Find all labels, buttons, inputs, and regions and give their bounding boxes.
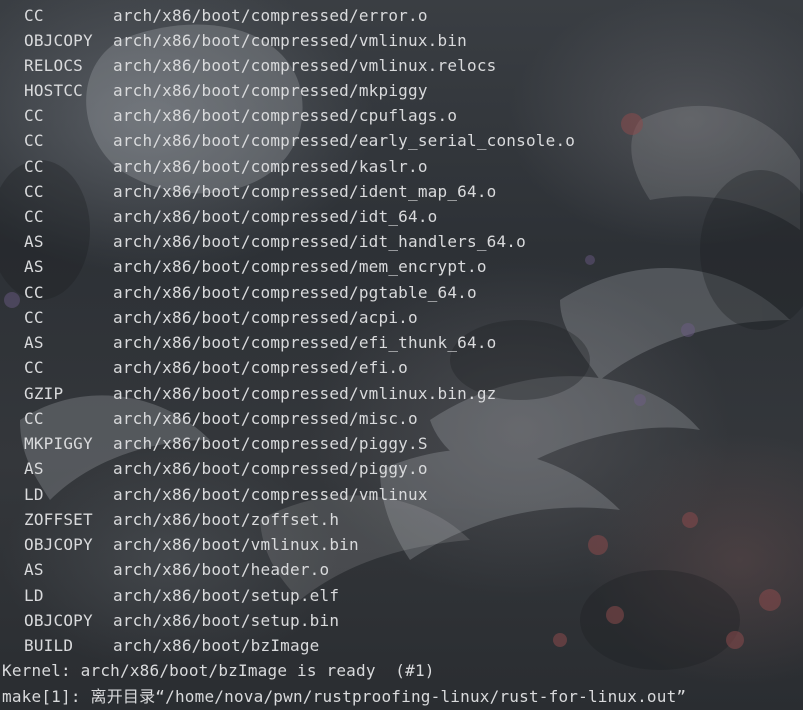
build-line: OBJCOPY arch/x86/boot/vmlinux.bin <box>24 532 359 557</box>
build-line: CC arch/x86/boot/compressed/acpi.o <box>24 305 418 330</box>
kernel-ready-message: Kernel: arch/x86/boot/bzImage is ready (… <box>2 661 435 680</box>
build-step-tag: MKPIGGY <box>24 434 93 453</box>
build-target-path: arch/x86/boot/setup.elf <box>113 586 340 605</box>
build-line: AS arch/x86/boot/compressed/efi_thunk_64.… <box>24 330 496 355</box>
build-line: AS arch/x86/boot/compressed/idt_handlers_… <box>24 229 526 254</box>
build-target-path: arch/x86/boot/compressed/acpi.o <box>113 308 418 327</box>
build-line: GZIP arch/x86/boot/compressed/vmlinux.bin… <box>24 381 496 406</box>
terminal-output: CC arch/x86/boot/compressed/error.o OBJCO… <box>0 0 803 710</box>
build-target-path: arch/x86/boot/compressed/kaslr.o <box>113 157 428 176</box>
build-line: OBJCOPY arch/x86/boot/setup.bin <box>24 608 339 633</box>
build-line: CC arch/x86/boot/compressed/ident_map_64.… <box>24 179 496 204</box>
build-line: CC arch/x86/boot/compressed/idt_64.o <box>24 204 437 229</box>
build-target-path: arch/x86/boot/compressed/misc.o <box>113 409 418 428</box>
build-line: CC arch/x86/boot/compressed/misc.o <box>24 406 418 431</box>
build-step-tag: CC <box>24 6 44 25</box>
build-line: CC arch/x86/boot/compressed/pgtable_64.o <box>24 280 477 305</box>
build-target-path: arch/x86/boot/bzImage <box>113 636 320 655</box>
build-target-path: arch/x86/boot/compressed/early_serial_co… <box>113 131 576 150</box>
build-line: MKPIGGY arch/x86/boot/compressed/piggy.S <box>24 431 428 456</box>
build-target-path: arch/x86/boot/compressed/efi_thunk_64.o <box>113 333 497 352</box>
build-step-tag: CC <box>24 283 44 302</box>
build-line: ZOFFSET arch/x86/boot/zoffset.h <box>24 507 339 532</box>
build-target-path: arch/x86/boot/compressed/ident_map_64.o <box>113 182 497 201</box>
build-line: RELOCS arch/x86/boot/compressed/vmlinux.r… <box>24 53 496 78</box>
build-step-tag: OBJCOPY <box>24 535 93 554</box>
build-step-tag: OBJCOPY <box>24 611 93 630</box>
build-target-path: arch/x86/boot/compressed/piggy.S <box>113 434 428 453</box>
build-step-tag: ZOFFSET <box>24 510 93 529</box>
build-step-tag: AS <box>24 333 44 352</box>
build-line: CC arch/x86/boot/compressed/early_serial_… <box>24 128 575 153</box>
build-step-tag: GZIP <box>24 384 64 403</box>
build-step-tag: CC <box>24 358 44 377</box>
build-step-tag: CC <box>24 106 44 125</box>
build-target-path: arch/x86/boot/vmlinux.bin <box>113 535 359 554</box>
build-line: AS arch/x86/boot/compressed/piggy.o <box>24 456 428 481</box>
build-line: AS arch/x86/boot/header.o <box>24 557 329 582</box>
build-line: CC arch/x86/boot/compressed/cpuflags.o <box>24 103 457 128</box>
build-step-tag: AS <box>24 257 44 276</box>
build-target-path: arch/x86/boot/compressed/pgtable_64.o <box>113 283 477 302</box>
build-target-path: arch/x86/boot/setup.bin <box>113 611 340 630</box>
build-target-path: arch/x86/boot/compressed/vmlinux.relocs <box>113 56 497 75</box>
build-line: OBJCOPY arch/x86/boot/compressed/vmlinux.… <box>24 28 467 53</box>
build-target-path: arch/x86/boot/compressed/mem_encrypt.o <box>113 257 487 276</box>
build-target-path: arch/x86/boot/header.o <box>113 560 330 579</box>
build-step-tag: AS <box>24 560 44 579</box>
build-step-tag: CC <box>24 308 44 327</box>
build-step-tag: BUILD <box>24 636 74 655</box>
build-step-tag: AS <box>24 459 44 478</box>
build-target-path: arch/x86/boot/compressed/vmlinux.bin.gz <box>113 384 497 403</box>
build-target-path: arch/x86/boot/compressed/error.o <box>113 6 428 25</box>
build-step-tag: CC <box>24 131 44 150</box>
build-line: CC arch/x86/boot/compressed/kaslr.o <box>24 154 428 179</box>
build-step-tag: RELOCS <box>24 56 83 75</box>
build-step-tag: CC <box>24 409 44 428</box>
build-target-path: arch/x86/boot/zoffset.h <box>113 510 340 529</box>
build-line: AS arch/x86/boot/compressed/mem_encrypt.o <box>24 254 487 279</box>
build-line: LD arch/x86/boot/compressed/vmlinux <box>24 482 428 507</box>
build-step-tag: LD <box>24 485 44 504</box>
build-step-tag: OBJCOPY <box>24 31 93 50</box>
build-step-tag: LD <box>24 586 44 605</box>
build-target-path: arch/x86/boot/compressed/idt_handlers_64… <box>113 232 526 251</box>
build-step-tag: CC <box>24 157 44 176</box>
build-target-path: arch/x86/boot/compressed/vmlinux.bin <box>113 31 467 50</box>
build-target-path: arch/x86/boot/compressed/piggy.o <box>113 459 428 478</box>
build-target-path: arch/x86/boot/compressed/efi.o <box>113 358 408 377</box>
build-step-tag: AS <box>24 232 44 251</box>
build-line: CC arch/x86/boot/compressed/efi.o <box>24 355 408 380</box>
build-line: BUILD arch/x86/boot/bzImage <box>24 633 320 658</box>
build-target-path: arch/x86/boot/compressed/mkpiggy <box>113 81 428 100</box>
build-line: HOSTCC arch/x86/boot/compressed/mkpiggy <box>24 78 428 103</box>
build-step-tag: CC <box>24 182 44 201</box>
build-line: CC arch/x86/boot/compressed/error.o <box>24 3 428 28</box>
build-target-path: arch/x86/boot/compressed/idt_64.o <box>113 207 438 226</box>
build-line: LD arch/x86/boot/setup.elf <box>24 583 339 608</box>
make-leave-directory-message: make[1]: 离开目录“/home/nova/pwn/rustproofin… <box>2 687 687 706</box>
build-step-tag: HOSTCC <box>24 81 83 100</box>
build-step-tag: CC <box>24 207 44 226</box>
build-target-path: arch/x86/boot/compressed/cpuflags.o <box>113 106 458 125</box>
build-target-path: arch/x86/boot/compressed/vmlinux <box>113 485 428 504</box>
